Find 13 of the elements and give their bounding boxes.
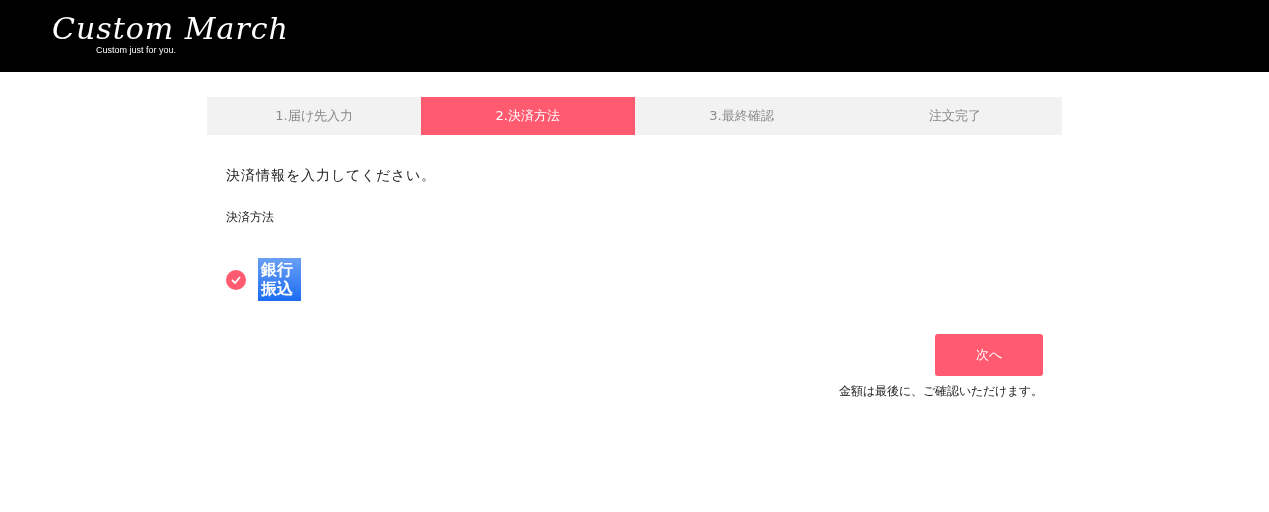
radio-button[interactable]	[226, 269, 246, 290]
step-label: 1.届け先入力	[274, 107, 354, 126]
next-button[interactable]: 次へ	[935, 334, 1043, 376]
note-text: 金額は最後に、ご確認いただけます。	[839, 383, 1043, 400]
logo[interactable]: Custom March	[52, 14, 1269, 45]
instruction-text: 決済情報を入力してください。	[226, 166, 437, 185]
bank-transfer-badge[interactable]: 銀行振込	[258, 258, 301, 301]
step-label: 3.最終確認	[708, 107, 775, 126]
step-label: 2.決済方法	[420, 97, 635, 135]
section-label: 決済方法	[226, 209, 275, 226]
tagline: Custom just for you.	[96, 44, 178, 58]
check-icon	[231, 275, 241, 284]
step-label: 注文完了	[928, 107, 983, 126]
